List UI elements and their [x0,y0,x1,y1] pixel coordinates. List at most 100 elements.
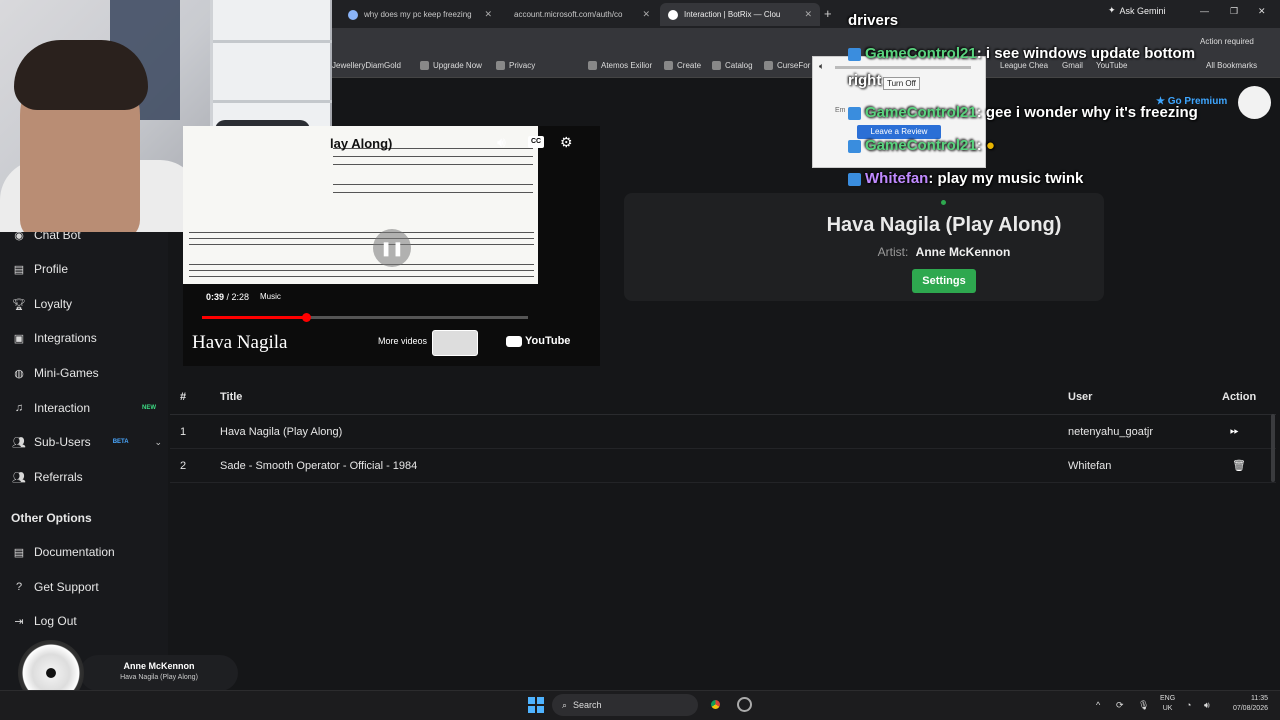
video-overlay-title: Hava Nagila [192,332,288,353]
mini-player[interactable]: Anne McKennon Hava Nagila (Play Along) [80,655,238,691]
table-scrollbar[interactable] [1271,414,1275,482]
chat-username: Whitefan [865,170,929,187]
chat-text: : i see windows update bottom [976,45,1196,62]
tile [537,697,544,704]
clock[interactable]: 11:35 07/08/2026 [1226,694,1268,714]
bookmark-jewellery[interactable]: JewelleryDiamGold [332,61,401,70]
volume-icon[interactable]: 🔊︎ [497,134,506,151]
new-tab-icon[interactable]: + [824,6,832,21]
ask-gemini-button[interactable]: ✦ Ask Gemini [1108,5,1166,16]
close-tab-icon[interactable]: ✕ [642,9,650,20]
app-icon[interactable] [737,697,752,712]
bookmark-atemos[interactable]: Atemos Exilior [588,61,652,70]
time-total: 2:28 [231,292,250,302]
moderator-badge-icon [848,106,861,120]
sidebar-item-referrals[interactable]: 👥︎ Referrals [12,466,162,488]
tab-interaction-botrix[interactable]: Interaction | BotRix — Clou ✕ [660,3,820,26]
bookmark-icon [420,61,429,70]
close-tab-icon[interactable]: ✕ [804,9,812,20]
sidebar-item-get-support[interactable]: ? Get Support [12,576,162,598]
row-user: netenyahu_goatjr [1068,426,1154,438]
chevron-up-icon[interactable]: ^ [1096,700,1100,710]
chat-text: drivers [848,12,899,29]
now-playing-title: Hava Nagila (Play Along) [826,214,1062,236]
sidebar-item-label: Sub-Users [34,435,91,449]
restore-icon[interactable]: ❐ [1230,6,1238,17]
settings-button[interactable]: Settings [912,269,976,293]
player-title: Hava Nagila (Play Along) [120,674,198,681]
more-videos-label[interactable]: More videos [378,336,427,346]
wifi-icon[interactable]: ◔ [1186,700,1191,710]
chevron-down-icon[interactable]: ⌄ [154,437,162,448]
captions-icon[interactable]: CC [528,136,544,148]
staff-line [333,164,533,165]
action-required-button[interactable]: Action required [1200,37,1254,46]
all-bookmarks[interactable]: All Bookmarks [1206,61,1257,70]
language-indicator[interactable]: ENG UK [1160,694,1175,714]
document-icon: ▤ [13,546,25,559]
artist-label: Artist: [877,245,909,259]
volume-slider[interactable] [835,66,971,69]
table-row-divider [170,448,1276,449]
bookmark-gmail[interactable]: Gmail [1062,61,1083,70]
chrome-icon[interactable] [708,697,723,712]
windows-start-icon[interactable] [528,697,544,713]
sidebar-item-interaction[interactable]: ♫ Interaction NEW [12,397,162,419]
bookmark-label: CurseFor [777,61,811,70]
network-icon[interactable]: ⟳ [1116,700,1124,711]
sidebar-item-loyalty[interactable]: 🏆︎ Loyalty [12,293,162,315]
video-title[interactable]: lay Along) [330,136,392,151]
bookmark-upgrade[interactable]: Upgrade Now [420,61,482,70]
sidebar-item-profile[interactable]: ▤ Profile [12,258,162,280]
users-icon: 👥︎ [12,436,26,449]
tab-label: account.microsoft.com/auth/co [514,10,623,19]
taskbar-search[interactable]: ⌕ Search [552,694,698,716]
moderator-badge-icon [848,139,861,153]
bookmark-icon [764,61,773,70]
youtube-logo[interactable]: YouTube [506,335,570,347]
more-videos-thumbnail[interactable] [432,330,478,356]
youtube-label: YouTube [525,335,571,347]
lang-code: ENG [1160,695,1176,702]
bookmark-youtube[interactable]: YouTube [1096,61,1127,70]
chat-text: : gee i wonder why it's freezing [976,104,1198,121]
minimize-icon[interactable]: — [1200,6,1209,16]
profile-icon: ▤ [13,263,25,276]
skip-forward-icon[interactable]: ⏩︎ [1230,425,1239,438]
bookmark-create[interactable]: Create [664,61,701,70]
chat-text: : play my music twink [928,170,1084,187]
sidebar-item-integrations[interactable]: ▣ Integrations [12,327,162,349]
gear-icon[interactable]: ⚙ [560,134,573,151]
sidebar-item-log-out[interactable]: ⇥ Log Out [12,610,162,632]
avatar[interactable] [1238,86,1271,119]
speaker-icon[interactable]: 🔊︎ [1204,700,1210,711]
sidebar-item-documentation[interactable]: ▤ Documentation [12,541,162,563]
turn-off-button[interactable]: Turn Off [883,77,920,90]
shelf-line [213,100,332,103]
bookmark-cursefor[interactable]: CurseFor [764,61,810,70]
sidebar-item-sub-users[interactable]: 👥︎ Sub-Users BETA ⌄ [12,431,162,453]
progress-fill [202,316,307,319]
sidebar-item-label: Mini-Games [34,366,99,380]
video-progress-bar[interactable] [202,313,528,322]
bookmark-label: Privacy [509,61,536,70]
bookmark-icon [588,61,597,70]
sidebar-item-mini-games[interactable]: ◍ Mini-Games [12,362,162,384]
new-badge: NEW [142,405,156,411]
row-number: 1 [180,426,187,438]
tile [528,706,535,713]
gamepad-icon: ◍ [14,367,24,380]
tab-label: why does my pc keep freezing [364,10,472,19]
trash-icon[interactable]: 🗑︎ [1232,459,1246,472]
bookmark-catalog[interactable]: Catalog [712,61,753,70]
tab-pc-freezing[interactable]: why does my pc keep freezing ✕ [340,3,500,26]
close-window-icon[interactable]: ✕ [1258,6,1266,17]
bookmark-privacy[interactable]: Privacy [496,61,535,70]
bookmark-league[interactable]: League Chea [1000,61,1048,70]
microphone-icon[interactable]: 🎙︎ [1138,700,1149,711]
bookmark-label: All Bookmarks [1206,61,1258,70]
staff-line [189,232,534,233]
pause-icon[interactable]: ❚❚ [373,229,411,267]
tab-microsoft-auth[interactable]: account.microsoft.com/auth/co ✕ [506,3,658,26]
close-tab-icon[interactable]: ✕ [484,9,492,20]
